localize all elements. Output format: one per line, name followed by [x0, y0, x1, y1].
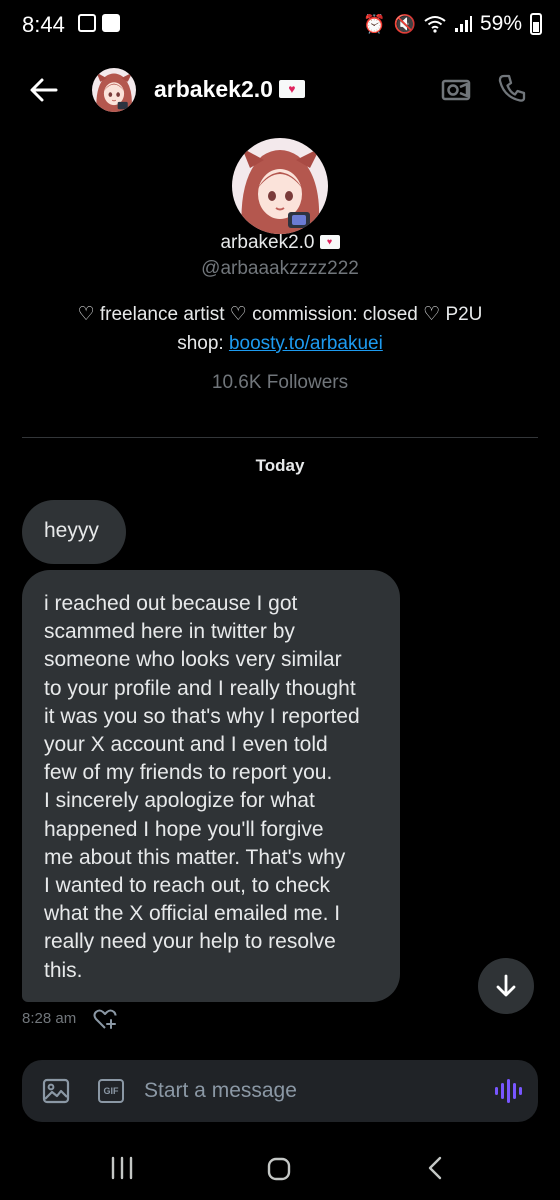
signal-icon	[454, 16, 472, 32]
love-letter-icon: ♥	[319, 235, 340, 249]
bio-line: ♡ freelance artist ♡ commission: closed …	[77, 304, 483, 325]
voice-message-icon[interactable]	[492, 1076, 522, 1106]
profile-bio: ♡ freelance artist ♡ commission: closed …	[40, 300, 520, 358]
message-bubble[interactable]: heyyy	[22, 500, 126, 564]
love-letter-icon: ♥	[278, 80, 305, 98]
system-nav-bar	[0, 1134, 560, 1200]
checkbox-notification-icon	[102, 14, 120, 32]
home-icon[interactable]	[266, 1156, 292, 1182]
battery-percent: 59%	[479, 12, 522, 35]
gallery-notification-icon	[78, 14, 96, 32]
scroll-to-bottom-button[interactable]	[478, 958, 534, 1014]
followers-count[interactable]: 10.6K Followers	[0, 372, 560, 394]
header-name[interactable]: arbakek2.0 ♥	[154, 76, 305, 103]
message-timestamp: 8:28 am	[22, 1010, 77, 1027]
profile-handle: @arbaaakzzzz222	[201, 258, 359, 279]
message-composer: GIF	[22, 1060, 538, 1122]
mute-icon: 🔇	[393, 13, 416, 34]
message-bubble[interactable]: i reached out because I got scammed here…	[22, 570, 400, 1002]
dm-screen: 8:44 ⏰ 🔇 59% arbakek2.0 ♥ arbakek2.0 ♥ @…	[0, 0, 560, 1200]
profile-name: arbakek2.0 ♥	[0, 232, 560, 254]
bio-shop-label: shop:	[177, 333, 229, 354]
bio-link[interactable]: boosty.to/arbakuei	[229, 333, 383, 354]
battery-icon	[530, 13, 542, 35]
header-avatar[interactable]	[92, 68, 136, 112]
arrow-down-icon	[496, 974, 516, 997]
divider	[22, 437, 538, 438]
avatar-image	[92, 68, 136, 112]
status-time: 8:44	[22, 12, 65, 37]
status-bar: 8:44 ⏰ 🔇 59%	[0, 0, 560, 52]
recent-apps-icon[interactable]	[108, 1154, 136, 1182]
profile-avatar[interactable]	[232, 138, 328, 234]
back-arrow-icon[interactable]	[26, 72, 62, 108]
gif-button[interactable]: GIF	[98, 1079, 124, 1103]
wifi-icon	[424, 16, 446, 33]
alarm-icon: ⏰	[363, 13, 386, 34]
system-back-icon[interactable]	[424, 1154, 448, 1182]
date-separator: Today	[255, 456, 305, 475]
conversation-header: arbakek2.0 ♥	[0, 58, 560, 122]
message-input[interactable]	[144, 1074, 464, 1108]
image-icon[interactable]	[42, 1077, 70, 1105]
phone-icon[interactable]	[496, 72, 528, 104]
avatar-image	[232, 138, 328, 234]
add-reaction-icon[interactable]	[92, 1006, 118, 1032]
video-camera-icon[interactable]	[440, 74, 472, 106]
